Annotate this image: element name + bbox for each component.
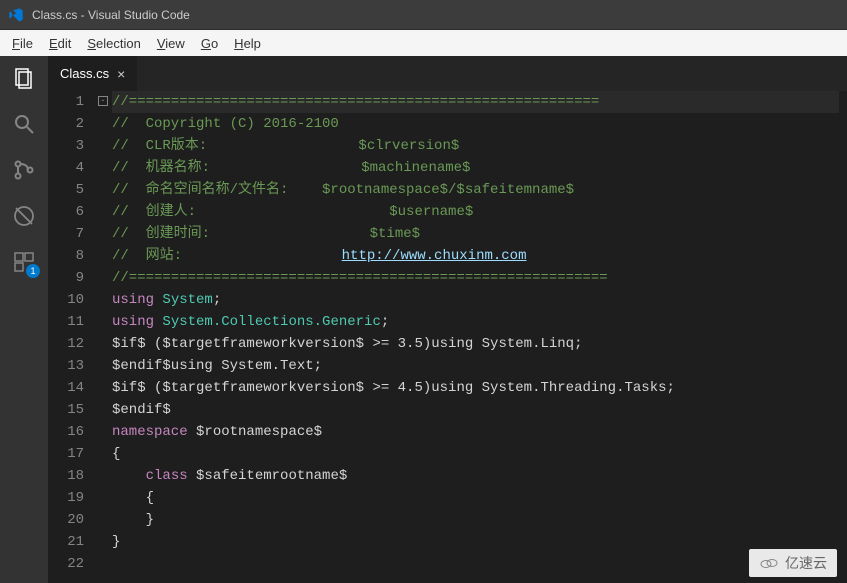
code-line[interactable]: {: [112, 487, 839, 509]
code-line[interactable]: class $safeitemrootname$: [112, 465, 839, 487]
code-line[interactable]: // 网站: http://www.chuxinm.com: [112, 245, 839, 267]
line-number: 17: [48, 443, 84, 465]
menu-help[interactable]: Help: [226, 32, 269, 55]
extensions-badge: 1: [26, 264, 40, 278]
code-line[interactable]: }: [112, 509, 839, 531]
line-number: 6: [48, 201, 84, 223]
line-number: 8: [48, 245, 84, 267]
fold-column: -: [98, 91, 112, 583]
fold-icon[interactable]: -: [98, 96, 108, 106]
main-area: 1 Class.cs × 123456789101112131415161718…: [0, 56, 847, 583]
code-line[interactable]: }: [112, 531, 839, 553]
line-number: 3: [48, 135, 84, 157]
menu-file-rest: ile: [20, 36, 33, 51]
fold-gutter: -: [98, 91, 112, 113]
code-line[interactable]: //======================================…: [112, 91, 839, 113]
editor-area: Class.cs × 12345678910111213141516171819…: [48, 56, 847, 583]
menu-help-rest: elp: [244, 36, 261, 51]
line-number: 9: [48, 267, 84, 289]
line-number: 1: [48, 91, 84, 113]
scm-icon[interactable]: [10, 156, 38, 184]
line-number: 12: [48, 333, 84, 355]
tabs-row: Class.cs ×: [48, 56, 847, 91]
tab-label: Class.cs: [60, 66, 109, 81]
close-icon[interactable]: ×: [117, 67, 125, 81]
line-number: 2: [48, 113, 84, 135]
vscode-icon: [8, 7, 24, 23]
code-line[interactable]: // Copyright (C) 2016-2100: [112, 113, 839, 135]
line-number: 19: [48, 487, 84, 509]
code-line[interactable]: //======================================…: [112, 267, 839, 289]
menu-go[interactable]: Go: [193, 32, 226, 55]
code-line[interactable]: // 机器名称: $machinename$: [112, 157, 839, 179]
line-number: 21: [48, 531, 84, 553]
menu-edit[interactable]: Edit: [41, 32, 79, 55]
line-number: 14: [48, 377, 84, 399]
watermark: 亿速云: [749, 549, 837, 577]
code-line[interactable]: $endif$: [112, 399, 839, 421]
code-line[interactable]: using System;: [112, 289, 839, 311]
watermark-text: 亿速云: [785, 553, 827, 573]
code-line[interactable]: [112, 553, 839, 575]
explorer-icon[interactable]: [10, 64, 38, 92]
line-number: 7: [48, 223, 84, 245]
extensions-icon[interactable]: 1: [10, 248, 38, 276]
line-number: 13: [48, 355, 84, 377]
line-number: 22: [48, 553, 84, 575]
code-line[interactable]: // 命名空间名称/文件名: $rootnamespace$/$safeitem…: [112, 179, 839, 201]
line-number: 16: [48, 421, 84, 443]
code-editor[interactable]: 12345678910111213141516171819202122 - //…: [48, 91, 847, 583]
code-line[interactable]: // 创建人: $username$: [112, 201, 839, 223]
search-icon[interactable]: [10, 110, 38, 138]
code-content[interactable]: //======================================…: [112, 91, 847, 583]
menu-file[interactable]: File: [4, 32, 41, 55]
line-number: 4: [48, 157, 84, 179]
code-line[interactable]: // CLR版本: $clrversion$: [112, 135, 839, 157]
line-number: 11: [48, 311, 84, 333]
activitybar: 1: [0, 56, 48, 583]
line-number: 15: [48, 399, 84, 421]
menu-selection-rest: election: [96, 36, 141, 51]
code-line[interactable]: // 创建时间: $time$: [112, 223, 839, 245]
menubar: File Edit Selection View Go Help: [0, 30, 847, 56]
code-line[interactable]: {: [112, 443, 839, 465]
menu-edit-rest: dit: [58, 36, 72, 51]
line-number: 18: [48, 465, 84, 487]
code-line[interactable]: using System.Collections.Generic;: [112, 311, 839, 333]
menu-view[interactable]: View: [149, 32, 193, 55]
line-number: 20: [48, 509, 84, 531]
code-line[interactable]: $if$ ($targetframeworkversion$ >= 3.5)us…: [112, 333, 839, 355]
window-title: Class.cs - Visual Studio Code: [32, 8, 190, 22]
code-line[interactable]: $endif$using System.Text;: [112, 355, 839, 377]
tab-class-cs[interactable]: Class.cs ×: [48, 56, 138, 91]
code-line[interactable]: $if$ ($targetframeworkversion$ >= 4.5)us…: [112, 377, 839, 399]
line-gutter: 12345678910111213141516171819202122: [48, 91, 98, 583]
titlebar: Class.cs - Visual Studio Code: [0, 0, 847, 30]
code-line[interactable]: namespace $rootnamespace$: [112, 421, 839, 443]
menu-go-rest: o: [211, 36, 218, 51]
debug-icon[interactable]: [10, 202, 38, 230]
menu-view-rest: iew: [165, 36, 185, 51]
line-number: 10: [48, 289, 84, 311]
line-number: 5: [48, 179, 84, 201]
menu-selection[interactable]: Selection: [79, 32, 148, 55]
